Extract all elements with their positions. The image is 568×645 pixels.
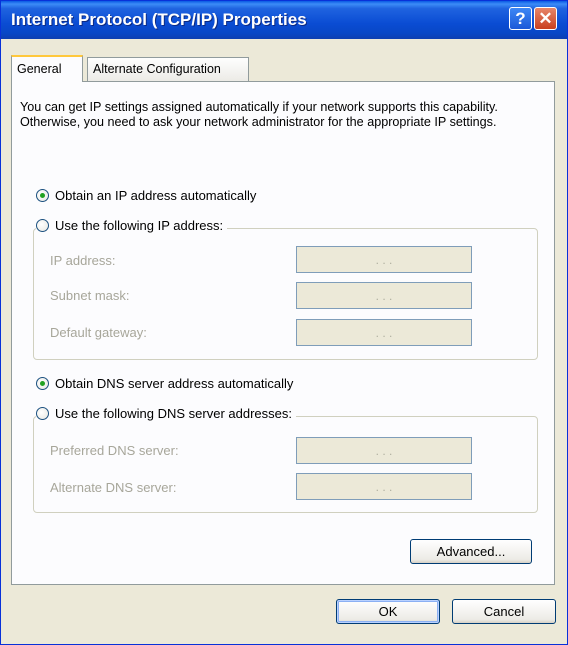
use-following-dns-label: Use the following DNS server addresses:: [55, 406, 292, 421]
tab-general[interactable]: General: [11, 55, 83, 82]
obtain-ip-auto-label: Obtain an IP address automatically: [55, 188, 257, 203]
ok-button[interactable]: OK: [336, 599, 440, 624]
dialog-window: Internet Protocol (TCP/IP) Properties ? …: [0, 0, 568, 645]
use-following-dns-radio[interactable]: Use the following DNS server addresses:: [36, 406, 296, 421]
use-following-ip-radio[interactable]: Use the following IP address:: [36, 218, 228, 233]
subnet-mask-field[interactable]: . . .: [296, 282, 472, 309]
title-bar[interactable]: Internet Protocol (TCP/IP) Properties ? …: [1, 1, 567, 39]
default-gateway-field[interactable]: . . .: [296, 319, 472, 346]
cancel-button[interactable]: Cancel: [452, 599, 556, 624]
use-following-ip-label: Use the following IP address:: [55, 218, 224, 233]
ip-address-label: IP address:: [50, 253, 116, 268]
alternate-dns-field[interactable]: . . .: [296, 473, 472, 500]
radio-unchecked-icon: [36, 219, 49, 232]
obtain-dns-auto-label: Obtain DNS server address automatically: [55, 376, 294, 391]
subnet-mask-label: Subnet mask:: [50, 288, 130, 303]
radio-unchecked-icon: [36, 407, 49, 420]
intro-text: You can get IP settings assigned automat…: [20, 100, 498, 129]
close-button[interactable]: ✕: [534, 7, 557, 30]
window-title: Internet Protocol (TCP/IP) Properties: [11, 10, 307, 29]
radio-checked-icon: [36, 377, 49, 390]
obtain-ip-auto-radio[interactable]: Obtain an IP address automatically: [36, 188, 261, 203]
advanced-button[interactable]: Advanced...: [410, 539, 532, 564]
help-icon: ?: [515, 8, 526, 28]
ip-address-field[interactable]: . . .: [296, 246, 472, 273]
help-button[interactable]: ?: [509, 7, 532, 30]
default-gateway-label: Default gateway:: [50, 325, 147, 340]
obtain-dns-auto-radio[interactable]: Obtain DNS server address automatically: [36, 376, 298, 391]
close-icon: ✕: [538, 8, 553, 28]
general-tab-panel: You can get IP settings assigned automat…: [11, 81, 555, 585]
preferred-dns-field[interactable]: . . .: [296, 437, 472, 464]
tab-alternate-configuration[interactable]: Alternate Configuration: [87, 57, 249, 81]
preferred-dns-label: Preferred DNS server:: [50, 443, 179, 458]
radio-checked-icon: [36, 189, 49, 202]
alternate-dns-label: Alternate DNS server:: [50, 480, 177, 495]
